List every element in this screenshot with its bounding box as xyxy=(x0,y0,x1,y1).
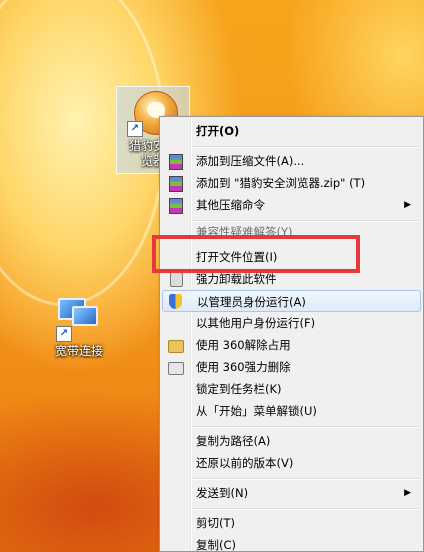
folder-icon xyxy=(168,340,184,353)
menu-item-run-as-other-user[interactable]: 以其他用户身份运行(F) xyxy=(162,312,421,334)
menu-separator xyxy=(192,426,420,428)
shredder-icon xyxy=(168,362,184,375)
menu-item-restore-previous[interactable]: 还原以前的版本(V) xyxy=(162,452,421,474)
desktop-icon-label: 宽带连接 xyxy=(54,344,103,358)
menu-separator xyxy=(192,478,420,480)
menu-item-360-unlock[interactable]: 使用 360解除占用 xyxy=(162,334,421,356)
highlight-annotation-box xyxy=(152,235,360,273)
menu-item-add-archive[interactable]: 添加到压缩文件(A)... xyxy=(162,150,421,172)
uac-shield-icon xyxy=(169,294,182,309)
menu-item-pin-taskbar[interactable]: 锁定到任务栏(K) xyxy=(162,378,421,400)
menu-item-cut[interactable]: 剪切(T) xyxy=(162,512,421,534)
winrar-icon xyxy=(169,198,183,214)
menu-item-360-force-delete[interactable]: 使用 360强力删除 xyxy=(162,356,421,378)
winrar-icon xyxy=(169,154,183,170)
menu-item-unpin-start[interactable]: 从「开始」菜单解锁(U) xyxy=(162,400,421,422)
menu-separator xyxy=(192,508,420,510)
desktop-icon-broadband[interactable]: ↗ 宽带连接 xyxy=(46,296,112,366)
menu-item-open[interactable]: 打开(O) xyxy=(162,120,421,142)
menu-separator xyxy=(192,146,420,148)
menu-item-add-zip[interactable]: 添加到 "猎豹安全浏览器.zip" (T) xyxy=(162,172,421,194)
winrar-icon xyxy=(169,176,183,192)
menu-item-send-to[interactable]: 发送到(N) ▶ xyxy=(162,482,421,504)
menu-item-run-as-admin[interactable]: 以管理员身份运行(A) xyxy=(162,290,421,312)
submenu-arrow-icon: ▶ xyxy=(404,488,411,498)
context-menu: 打开(O) 添加到压缩文件(A)... 添加到 "猎豹安全浏览器.zip" (T… xyxy=(159,116,424,552)
shortcut-arrow-icon: ↗ xyxy=(127,121,143,137)
uninstall-icon xyxy=(170,272,183,287)
submenu-arrow-icon: ▶ xyxy=(404,200,411,210)
menu-item-copy-as-path[interactable]: 复制为路径(A) xyxy=(162,430,421,452)
shortcut-arrow-icon: ↗ xyxy=(56,326,72,342)
menu-item-copy[interactable]: 复制(C) xyxy=(162,534,421,551)
menu-item-other-compress[interactable]: 其他压缩命令 ▶ xyxy=(162,194,421,216)
